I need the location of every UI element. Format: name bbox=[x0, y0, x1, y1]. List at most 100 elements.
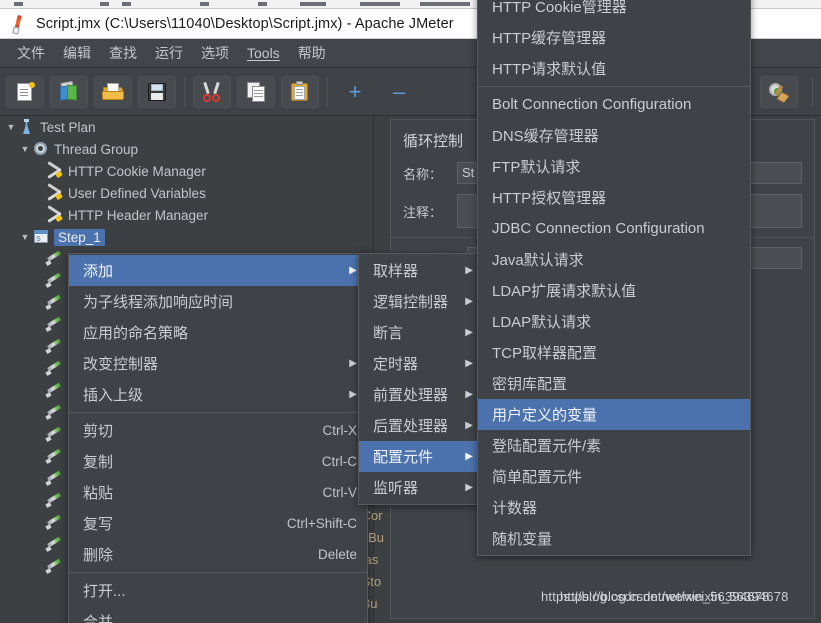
chevron-right-icon: ▶ bbox=[465, 482, 473, 493]
chevron-right-icon: ▶ bbox=[465, 389, 473, 400]
menu-item-label: TCP取样器配置 bbox=[492, 345, 598, 362]
menu-file[interactable]: 文件 bbox=[8, 40, 54, 66]
menu-item-label: 配置元件 bbox=[373, 449, 434, 466]
tree-node-3[interactable]: User Defined Variables bbox=[0, 182, 373, 204]
ctx-item-4[interactable]: 插入上级 ▶ bbox=[69, 379, 367, 410]
config-item-14[interactable]: 用户定义的变量 bbox=[478, 399, 750, 430]
new-button[interactable] bbox=[6, 75, 44, 108]
ctx-item-8[interactable]: 粘贴 Ctrl-V bbox=[69, 477, 367, 508]
ctx-item-9[interactable]: 复写 Ctrl+Shift-C bbox=[69, 508, 367, 539]
menu-item-label: HTTP Cookie管理器 bbox=[492, 0, 627, 16]
menu-help[interactable]: 帮助 bbox=[289, 40, 335, 66]
tree-node-context-menu[interactable]: 添加 ▶ 为子线程添加响应时间 应用的命名策略 改变控制器 ▶ 插入上级 ▶ 剪切 Ctrl-X 复… bbox=[68, 253, 368, 623]
tree-toggle-icon[interactable]: ▼ bbox=[4, 122, 18, 132]
tree-node-0[interactable]: ▼ Test Plan bbox=[0, 116, 373, 138]
config-item-17[interactable]: 计数器 bbox=[478, 492, 750, 523]
add-item-0[interactable]: 取样器 ▶ bbox=[359, 255, 483, 286]
chevron-right-icon: ▶ bbox=[465, 358, 473, 369]
add-item-3[interactable]: 定时器 ▶ bbox=[359, 348, 483, 379]
menu-item-label: DNS缓存管理器 bbox=[492, 128, 599, 145]
config-element-submenu[interactable]: HTTP Cookie管理器 HTTP缓存管理器 HTTP请求默认值 Bolt Con… bbox=[477, 0, 751, 556]
tree-node-2[interactable]: HTTP Cookie Manager bbox=[0, 160, 373, 182]
config-item-10[interactable]: LDAP扩展请求默认值 bbox=[478, 275, 750, 306]
config-item-1[interactable]: HTTP缓存管理器 bbox=[478, 22, 750, 53]
add-item-6[interactable]: 配置元件 ▶ bbox=[359, 441, 483, 472]
menu-item-label: 断言 bbox=[373, 325, 404, 342]
menu-options[interactable]: 选项 bbox=[192, 40, 238, 66]
menu-run[interactable]: 运行 bbox=[146, 40, 192, 66]
menu-item-label: LDAP默认请求 bbox=[492, 314, 592, 331]
gear-broom-icon bbox=[768, 81, 790, 103]
ctx-item-10[interactable]: 删除 Delete bbox=[69, 539, 367, 570]
config-item-0[interactable]: HTTP Cookie管理器 bbox=[478, 0, 750, 22]
cut-button[interactable] bbox=[193, 75, 231, 108]
ctx-item-2[interactable]: 应用的命名策略 bbox=[69, 317, 367, 348]
comment-label: 注释： bbox=[403, 204, 443, 220]
http-request-icon bbox=[45, 294, 64, 311]
ctx-item-7[interactable]: 复制 Ctrl-C bbox=[69, 446, 367, 477]
config-item-16[interactable]: 简单配置元件 bbox=[478, 461, 750, 492]
config-item-2[interactable]: HTTP请求默认值 bbox=[478, 53, 750, 84]
tree-node-5[interactable]: ▼ S Step_1 bbox=[0, 226, 373, 248]
clear-all-button[interactable] bbox=[760, 75, 798, 108]
ctx-item-3[interactable]: 改变控制器 ▶ bbox=[69, 348, 367, 379]
menu-item-label: 合并 bbox=[83, 614, 114, 623]
config-item-11[interactable]: LDAP默认请求 bbox=[478, 306, 750, 337]
ctx-item-6[interactable]: 剪切 Ctrl-X bbox=[69, 415, 367, 446]
copy-button[interactable] bbox=[237, 75, 275, 108]
menu-tools[interactable]: Tools bbox=[238, 42, 289, 64]
add-item-4[interactable]: 前置处理器 ▶ bbox=[359, 379, 483, 410]
menu-item-label: JDBC Connection Configuration bbox=[492, 220, 705, 237]
add-item-1[interactable]: 逻辑控制器 ▶ bbox=[359, 286, 483, 317]
jmeter-feather-icon bbox=[10, 14, 28, 35]
ctx-item-1[interactable]: 为子线程添加响应时间 bbox=[69, 286, 367, 317]
menu-item-label: HTTP请求默认值 bbox=[492, 61, 607, 78]
http-request-icon bbox=[45, 558, 64, 575]
menu-edit[interactable]: 编辑 bbox=[54, 40, 100, 66]
tree-toggle-icon[interactable]: ▼ bbox=[18, 232, 32, 242]
config-item-8[interactable]: JDBC Connection Configuration bbox=[478, 213, 750, 244]
config-item-4[interactable]: Bolt Connection Configuration bbox=[478, 89, 750, 120]
add-item-5[interactable]: 后置处理器 ▶ bbox=[359, 410, 483, 441]
http-request-icon bbox=[45, 470, 64, 487]
config-item-12[interactable]: TCP取样器配置 bbox=[478, 337, 750, 368]
open-button[interactable] bbox=[94, 75, 132, 108]
window-title: Script.jmx (C:\Users\11040\Desktop\Scrip… bbox=[36, 15, 454, 32]
tree-node-label: Step_1 bbox=[54, 228, 105, 246]
tree-toggle-icon[interactable]: ▼ bbox=[18, 144, 32, 154]
paste-button[interactable] bbox=[281, 75, 319, 108]
add-item-7[interactable]: 监听器 ▶ bbox=[359, 472, 483, 503]
menu-item-label: 打开... bbox=[83, 583, 126, 600]
tree-node-4[interactable]: HTTP Header Manager bbox=[0, 204, 373, 226]
collapse-button[interactable]: – bbox=[380, 76, 418, 108]
toolbar-separator bbox=[327, 76, 328, 107]
expand-button[interactable]: + bbox=[336, 76, 374, 108]
config-item-5[interactable]: DNS缓存管理器 bbox=[478, 120, 750, 151]
tree-node-label: HTTP Cookie Manager bbox=[68, 163, 206, 179]
config-item-7[interactable]: HTTP授权管理器 bbox=[478, 182, 750, 213]
save-button[interactable] bbox=[138, 75, 176, 108]
templates-icon bbox=[58, 80, 80, 103]
tree-node-1[interactable]: ▼ Thread Group bbox=[0, 138, 373, 160]
templates-button[interactable] bbox=[50, 75, 88, 108]
config-item-6[interactable]: FTP默认请求 bbox=[478, 151, 750, 182]
config-item-15[interactable]: 登陆配置元件/素 bbox=[478, 430, 750, 461]
config-item-13[interactable]: 密钥库配置 bbox=[478, 368, 750, 399]
config-item-9[interactable]: Java默认请求 bbox=[478, 244, 750, 275]
ctx-item-12[interactable]: 打开... bbox=[69, 575, 367, 606]
menu-item-label: 应用的命名策略 bbox=[83, 325, 189, 342]
plus-icon: + bbox=[348, 78, 362, 104]
menu-item-label: 随机变量 bbox=[492, 531, 553, 548]
http-request-icon bbox=[45, 360, 64, 377]
ctx-item-0[interactable]: 添加 ▶ bbox=[69, 255, 367, 286]
ctx-item-13[interactable]: 合并 bbox=[69, 606, 367, 623]
add-submenu[interactable]: 取样器 ▶ 逻辑控制器 ▶ 断言 ▶ 定时器 ▶ 前置处理器 ▶ 后置处理器 ▶ 配置元件 ▶ 监听器 ▶ bbox=[358, 253, 484, 505]
menu-search[interactable]: 查找 bbox=[100, 40, 146, 66]
chevron-right-icon: ▶ bbox=[465, 420, 473, 431]
config-item-18[interactable]: 随机变量 bbox=[478, 523, 750, 554]
tree-node-label: Thread Group bbox=[54, 141, 139, 157]
menu-item-label: 简单配置元件 bbox=[492, 469, 583, 486]
add-item-2[interactable]: 断言 ▶ bbox=[359, 317, 483, 348]
http-request-icon bbox=[45, 404, 64, 421]
menu-item-label: 用户定义的变量 bbox=[492, 407, 598, 424]
